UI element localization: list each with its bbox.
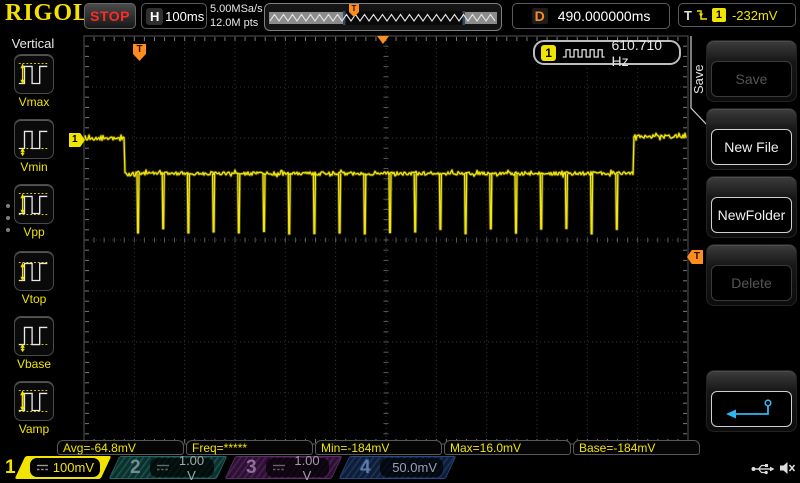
return-arrow-icon (723, 397, 781, 421)
counter-channel-badge: 1 (541, 45, 556, 61)
channel2-scale: 1.00 V (175, 453, 208, 483)
channel3-scale: 1.00 V (291, 453, 323, 483)
menu-tab-title: Save (691, 56, 706, 102)
new-file-button-label: New File (711, 129, 792, 165)
channel-status-bar: 1 100mV 2 1.00 V 3 1.00 V (0, 456, 800, 480)
dc-coupling-icon (386, 463, 387, 472)
channel3-settings: 1.00 V (266, 458, 329, 477)
save-button[interactable]: Save (706, 40, 797, 102)
measurement-avg: Avg=-64.8mV (57, 440, 184, 455)
new-folder-button-label: NewFolder (711, 197, 792, 233)
graticule-display (0, 0, 800, 480)
delete-button[interactable]: Delete (706, 244, 797, 306)
square-wave-icon (562, 46, 605, 60)
frequency-counter-badge: 1 610.710 Hz (533, 40, 681, 65)
channel1-badge[interactable]: 1 100mV (0, 456, 108, 480)
measurement-max: Max=16.0mV (444, 440, 571, 455)
channel4-settings: 50.0mV (380, 458, 443, 477)
channel2-badge[interactable]: 2 1.00 V (112, 456, 226, 480)
horizontal-center-marker (377, 36, 389, 44)
channel1-settings: 100mV (30, 458, 100, 477)
delete-button-label: Delete (711, 265, 792, 301)
channel1-scale: 100mV (53, 460, 94, 475)
measurement-min: Min=-184mV (315, 440, 442, 455)
channel3-number: 3 (246, 456, 257, 479)
counter-frequency-value: 610.710 Hz (611, 37, 679, 69)
channel4-badge[interactable]: 4 50.0mV (342, 456, 455, 480)
dc-coupling-icon (36, 463, 48, 472)
dc-coupling-icon (272, 463, 286, 472)
channel4-number: 4 (360, 456, 371, 479)
new-file-button[interactable]: New File (706, 108, 797, 170)
new-folder-button[interactable]: NewFolder (706, 176, 797, 238)
channel2-settings: 1.00 V (150, 458, 214, 477)
channel4-scale: 50.0mV (392, 460, 437, 475)
channel3-badge[interactable]: 3 1.00 V (228, 456, 341, 480)
save-button-label: Save (711, 61, 792, 97)
back-button[interactable] (706, 370, 797, 432)
channel1-number: 1 (5, 456, 16, 479)
dc-coupling-icon (156, 463, 170, 472)
measurement-base: Base=-184mV (573, 440, 700, 455)
channel2-number: 2 (130, 456, 141, 479)
speaker-muted-icon (779, 460, 796, 476)
usb-icon (750, 462, 776, 476)
oscilloscope-screen: { "brand": "RIGOL", "topbar": { "run_sta… (0, 0, 800, 480)
